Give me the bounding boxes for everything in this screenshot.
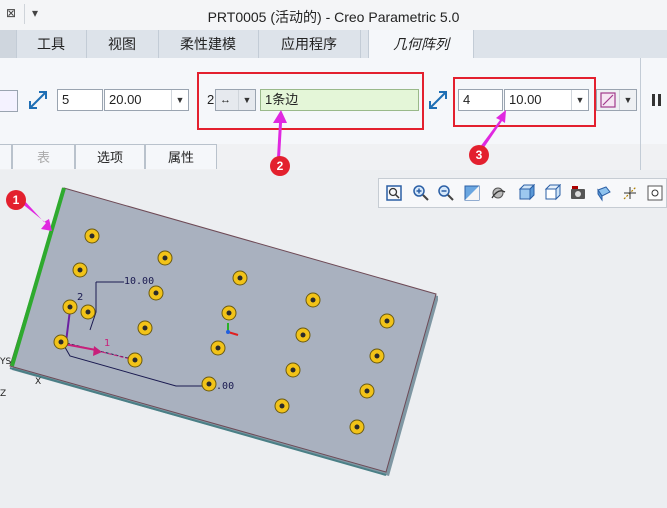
pattern-hole-center <box>162 255 168 261</box>
chevron-down-icon[interactable]: ▼ <box>619 90 636 110</box>
tab-geometry-pattern[interactable]: 几何阵列 <box>368 30 474 59</box>
csys-z-label: Z <box>0 389 6 399</box>
direction-type-select[interactable]: ↔ ▼ <box>215 89 256 111</box>
view-manager-icon[interactable] <box>569 184 587 202</box>
chevron-down-icon[interactable]: ▼ <box>171 90 188 110</box>
pattern-hole-center <box>384 318 390 324</box>
view-toolbar <box>378 178 667 208</box>
direction2-spacing-select[interactable]: 10.00 ▼ <box>504 89 589 111</box>
pause-icon-right[interactable] <box>658 94 661 106</box>
pattern-hole-center <box>237 275 243 281</box>
perspective-view-icon[interactable] <box>595 184 613 202</box>
direction1-spacing-select[interactable]: 20.00 ▼ <box>104 89 189 111</box>
csys-ys-label: YS <box>0 357 11 367</box>
pattern-hole-center <box>374 353 380 359</box>
chevron-down-icon[interactable]: ▼ <box>238 90 255 110</box>
chevron-down-icon[interactable]: ▼ <box>571 90 588 110</box>
title-bar: ⊠ ▾ PRT0005 (活动的) - Creo Parametric 5.0 <box>0 0 667 31</box>
tab-options[interactable]: 选项 <box>75 144 145 169</box>
display-style-icon[interactable] <box>517 184 535 202</box>
bidirectional-arrow-icon: ↔ <box>220 94 231 106</box>
pattern-hole-center <box>67 304 73 310</box>
callout-badge-3: 3 <box>469 145 489 165</box>
pattern-hole-center <box>279 403 285 409</box>
callout-badge-2: 2 <box>270 156 290 176</box>
direction1-label: 1 <box>104 338 110 349</box>
direction2-label: 2 <box>77 292 83 303</box>
tab-tools[interactable]: 工具 <box>16 30 87 58</box>
pattern-hole-center <box>89 233 95 239</box>
direction1-count-input[interactable]: 5 <box>57 89 103 111</box>
pattern-options-select[interactable]: ▼ <box>596 89 637 111</box>
ribbon-tab-bar: 工具 视图 柔性建模 应用程序 几何阵列 <box>0 30 667 59</box>
pattern-hole-center <box>77 267 83 273</box>
dashboard-separator <box>640 58 641 170</box>
pattern-hole-center <box>364 388 370 394</box>
annotation-display-icon[interactable] <box>646 184 664 202</box>
tab-file-partial[interactable] <box>0 30 17 58</box>
zoom-in-icon[interactable] <box>412 184 430 202</box>
pause-icon-left[interactable] <box>652 94 655 106</box>
csys-origin <box>226 330 230 334</box>
pattern-hole-center <box>226 310 232 316</box>
direction2-count-input[interactable]: 4 <box>458 89 503 111</box>
refit-icon[interactable] <box>385 184 403 202</box>
pattern-hole-center <box>354 424 360 430</box>
pattern-surface-icon <box>600 92 616 108</box>
pattern-hole-center <box>153 290 159 296</box>
reorient-icon[interactable] <box>489 184 507 202</box>
tab-properties[interactable]: 属性 <box>145 144 217 169</box>
tab-table[interactable]: 表 <box>12 144 75 169</box>
pattern-hole-center <box>132 357 138 363</box>
pattern-hole-center <box>290 367 296 373</box>
window-title: PRT0005 (活动的) - Creo Parametric 5.0 <box>207 9 460 25</box>
callout-badge-1: 1 <box>6 190 26 210</box>
pattern-hole-center <box>58 339 64 345</box>
pattern-hole-center <box>85 309 91 315</box>
direction2-count-label: 2 <box>207 92 215 107</box>
direction2-spacing-value: 10.00 <box>509 92 542 107</box>
direction2-icon[interactable] <box>427 89 449 111</box>
reference-edge-collector[interactable]: 1条边 <box>260 89 419 111</box>
tab-view[interactable]: 视图 <box>86 30 159 58</box>
pattern-hole-center <box>300 332 306 338</box>
csys-x-label: X <box>35 377 41 387</box>
pattern-hole-center <box>206 381 212 387</box>
tab-applications[interactable]: 应用程序 <box>258 30 361 58</box>
saved-orientations-icon[interactable] <box>543 184 561 202</box>
datum-display-icon[interactable] <box>621 184 639 202</box>
pattern-hole-center <box>142 325 148 331</box>
direction1-icon[interactable] <box>27 89 49 111</box>
model-canvas[interactable]: 10.00 20.00 2 1 YS X Z <box>0 170 667 508</box>
direction1-spacing-value: 20.00 <box>109 92 142 107</box>
repaint-icon[interactable] <box>463 184 481 202</box>
dashboard-slideup-tabs: 表 选项 属性 <box>0 144 640 170</box>
tab-flexible-modeling[interactable]: 柔性建模 <box>158 30 259 58</box>
pattern-hole-center <box>215 345 221 351</box>
pattern-dashboard: 5 20.00 ▼ 2 ↔ ▼ 1条边 4 10.00 ▼ ▼ <box>0 58 667 144</box>
pattern-hole-center <box>310 297 316 303</box>
dim-10[interactable]: 10.00 <box>124 276 154 287</box>
tab-references-partial[interactable] <box>0 144 12 169</box>
zoom-out-icon[interactable] <box>437 184 455 202</box>
reference-collector-partial[interactable] <box>0 90 18 112</box>
